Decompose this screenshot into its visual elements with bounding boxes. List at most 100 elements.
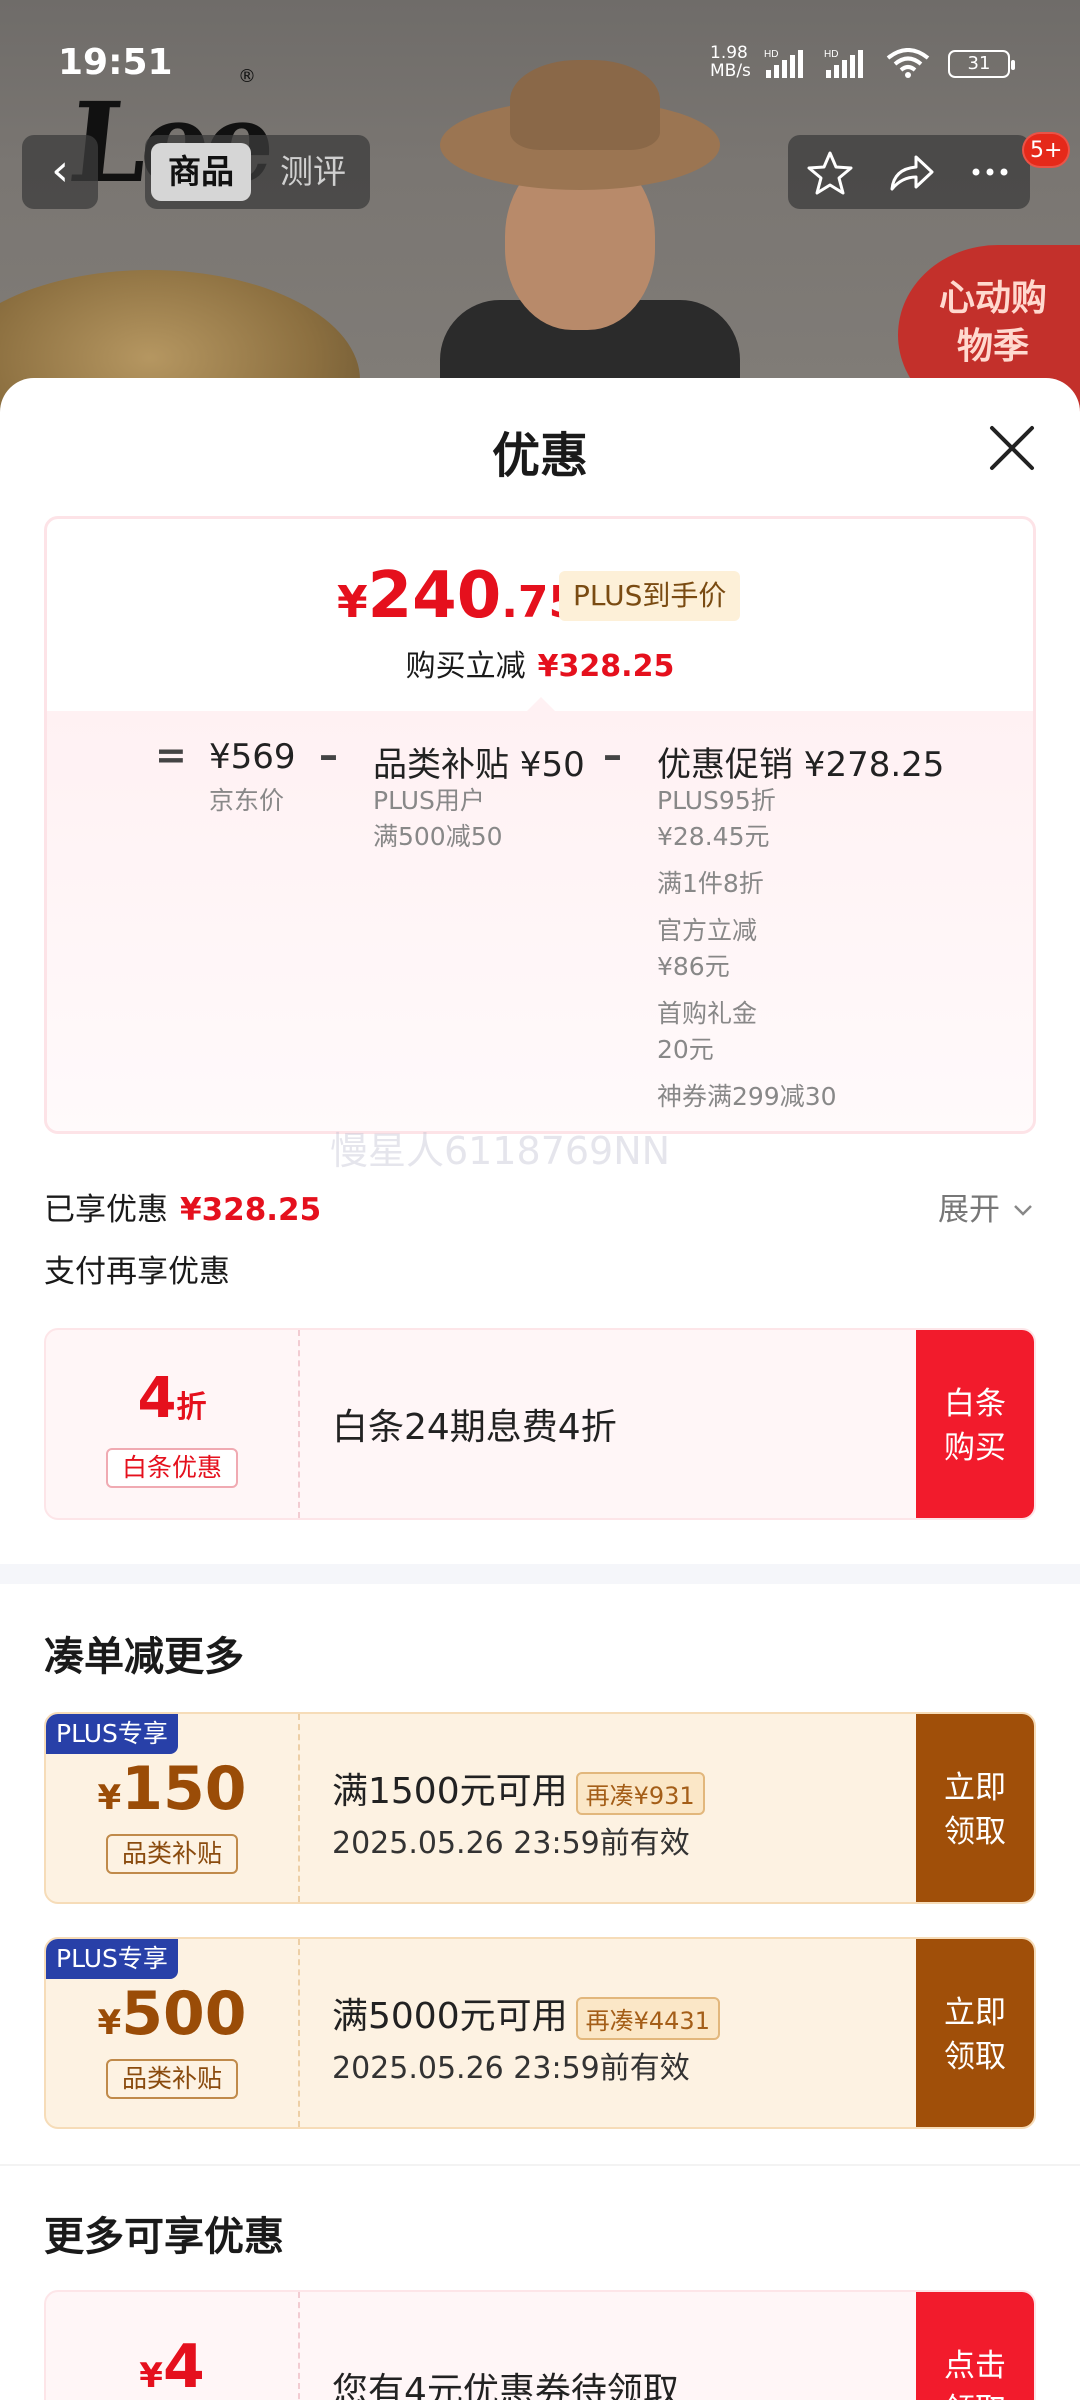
coupon-divider — [298, 2292, 300, 2400]
final-price-section: ¥240.75 PLUS到手价 购买立减 ¥328.25 — [47, 519, 1033, 709]
claim-pending-label-2: 领取 — [916, 2388, 1034, 2400]
tab-product[interactable]: 商品 — [151, 143, 251, 201]
pending-coupon-currency: ¥ — [139, 2356, 163, 2396]
equals-sign: = — [155, 733, 187, 777]
promotion-detail-list: PLUS95折 ¥28.45元 满1件8折 官方立减 ¥86元 首购礼金 20元… — [657, 783, 837, 1126]
chevron-down-icon — [1013, 1205, 1032, 1216]
network-speed: 1.98 MB/s — [710, 44, 751, 80]
final-price-currency: ¥ — [337, 577, 368, 628]
cellular-signal-2-icon: HD — [824, 49, 863, 78]
coupon-category-tag: 品类补贴 — [106, 2059, 238, 2099]
product-tabs: 商品 测评 — [145, 135, 370, 209]
jd-price-label: 京东价 — [209, 786, 285, 815]
baitiao-buy-button[interactable]: 白条 购买 — [916, 1330, 1034, 1518]
coupon-condition-text: 满1500元可用 — [332, 1771, 568, 1812]
tab-review[interactable]: 测评 — [263, 143, 363, 201]
coupon-condition: 满5000元可用 再凑¥4431 — [332, 1987, 720, 2040]
claim-pending-coupon-button[interactable]: 点击 领取 — [916, 2292, 1034, 2400]
category-subsidy-amount: 品类补贴 ¥50 — [373, 745, 585, 785]
back-button[interactable]: ‹ — [22, 135, 98, 209]
coupon-amount-value: 150 — [121, 1754, 247, 1824]
coupon-amount-value: 500 — [121, 1979, 247, 2049]
hd-label-2: HD — [824, 49, 838, 60]
header-actions — [788, 135, 1030, 209]
purchase-reduction-amount: ¥328.25 — [537, 649, 675, 684]
purchase-reduction-label: 购买立减 — [405, 649, 526, 684]
coupon-value-area: ¥500 品类补贴 — [46, 1939, 298, 2127]
battery-indicator: 31 — [948, 50, 1015, 78]
coupon-amount: ¥150 — [46, 1754, 298, 1824]
message-badge: 5+ — [1022, 132, 1071, 168]
coupon-validity: 2025.05.26 23:59前有效 — [332, 1826, 690, 1861]
enjoyed-discount-amount: ¥328.25 — [180, 1192, 322, 1228]
claim-label-1: 立即 — [944, 1770, 1006, 1806]
bundle-section-title: 凑单减更多 — [44, 1634, 244, 1680]
coupon-condition-text: 满5000元可用 — [332, 1996, 568, 2037]
final-price-integer: 240 — [367, 559, 502, 633]
coupon-remaining-note: 再凑¥931 — [575, 1771, 705, 1815]
promotion-detail-line: 首购礼金 — [657, 999, 758, 1028]
more-section-title: 更多可享优惠 — [44, 2214, 284, 2260]
coupon-value-area: ¥150 品类补贴 — [46, 1714, 298, 1902]
share-icon[interactable] — [880, 145, 940, 199]
claim-coupon-button[interactable]: 立即 领取 — [916, 1714, 1034, 1902]
baitiao-discount-value: 4 — [137, 1366, 177, 1431]
section-divider — [0, 2164, 1080, 2166]
coupon-remaining-note: 再凑¥4431 — [575, 1996, 720, 2040]
coupon-value-area: ¥4 — [46, 2292, 298, 2400]
coupon-category-tag: 品类补贴 — [106, 1834, 238, 1874]
coupon-divider — [298, 1714, 300, 1902]
promotion-detail-line: ¥28.45元 — [657, 822, 770, 851]
category-subsidy-detail: PLUS用户 满500减50 — [373, 783, 503, 855]
coupon-condition: 满1500元可用 再凑¥931 — [332, 1762, 705, 1815]
promotion-detail-line: 官方立减 — [657, 916, 758, 945]
claim-coupon-button[interactable]: 立即 领取 — [916, 1939, 1034, 2127]
baitiao-tag: 白条优惠 — [106, 1448, 238, 1488]
coupon-currency: ¥ — [97, 1778, 122, 1818]
coupon-value-area: 4折 白条优惠 — [46, 1330, 298, 1518]
bundle-coupon: PLUS专享 ¥150 品类补贴 满1500元可用 再凑¥931 2025.05.… — [44, 1712, 1036, 1904]
more-icon[interactable] — [960, 145, 1020, 199]
pending-coupon-amount: ¥4 — [46, 2332, 298, 2400]
expand-button[interactable]: 展开 — [938, 1184, 1036, 1229]
payment-discount-title: 支付再享优惠 — [44, 1254, 230, 1290]
section-separator — [0, 1564, 1080, 1584]
category-subsidy-line: PLUS用户 — [373, 786, 485, 815]
price-formula: = ¥569 京东价 – 品类补贴 ¥50 PLUS用户 满500减50 – 优… — [47, 711, 1033, 1131]
price-breakdown-card: ¥240.75 PLUS到手价 购买立减 ¥328.25 = ¥569 京东价 –… — [44, 516, 1036, 1134]
coupon-validity: 2025.05.26 23:59前有效 — [332, 2051, 690, 2086]
pending-coupon-desc: 您有4元优惠券待领取 — [332, 2371, 679, 2400]
jd-price-amount: ¥569 — [209, 737, 296, 777]
pending-coupon-value: 4 — [162, 2332, 205, 2400]
cellular-signal-icon: HD — [764, 49, 803, 78]
claim-label-1: 立即 — [944, 1995, 1006, 2031]
enjoyed-discount-label: 已享优惠 — [44, 1192, 168, 1228]
expand-label: 展开 — [938, 1192, 1000, 1228]
promo-corner-text: 心动购物季 — [938, 278, 1047, 367]
minus-sign-2: – — [603, 733, 622, 777]
baitiao-discount: 4折 — [46, 1366, 298, 1431]
status-time: 19:51 — [58, 42, 173, 83]
sheet-title: 优惠 — [491, 428, 588, 484]
status-bar: 19:51 1.98 MB/s HD HD 31 — [0, 0, 1080, 110]
coupon-divider — [298, 1330, 300, 1518]
discount-sheet: 优惠 ¥240.75 PLUS到手价 购买立减 ¥328.25 = ¥569 京东… — [0, 378, 1080, 2400]
star-icon[interactable] — [800, 145, 860, 199]
network-speed-value: 1.98 — [710, 43, 748, 63]
hd-label-1: HD — [764, 49, 778, 60]
coupon-currency: ¥ — [97, 2003, 122, 2043]
promotion-detail-line: 满1件8折 — [657, 869, 764, 898]
category-subsidy-line: 满500减50 — [373, 822, 503, 851]
baitiao-desc: 白条24期息费4折 — [332, 1407, 617, 1448]
coupon-divider — [298, 1939, 300, 2127]
enjoyed-discount: 已享优惠 ¥328.25 — [44, 1184, 321, 1229]
pending-coupon: ¥4 您有4元优惠券待领取 点击 领取 — [44, 2290, 1036, 2400]
claim-label-2: 领取 — [944, 2039, 1006, 2075]
close-icon[interactable] — [982, 418, 1042, 478]
baitiao-discount-unit: 折 — [176, 1390, 207, 1425]
claim-label-2: 领取 — [944, 1814, 1006, 1850]
chevron-left-icon: ‹ — [51, 145, 69, 196]
promotion-detail-line: 神券满299减30 — [657, 1082, 837, 1111]
bundle-coupon: PLUS专享 ¥500 品类补贴 满5000元可用 再凑¥4431 2025.05… — [44, 1937, 1036, 2129]
promotion-detail-line: 20元 — [657, 1035, 714, 1064]
